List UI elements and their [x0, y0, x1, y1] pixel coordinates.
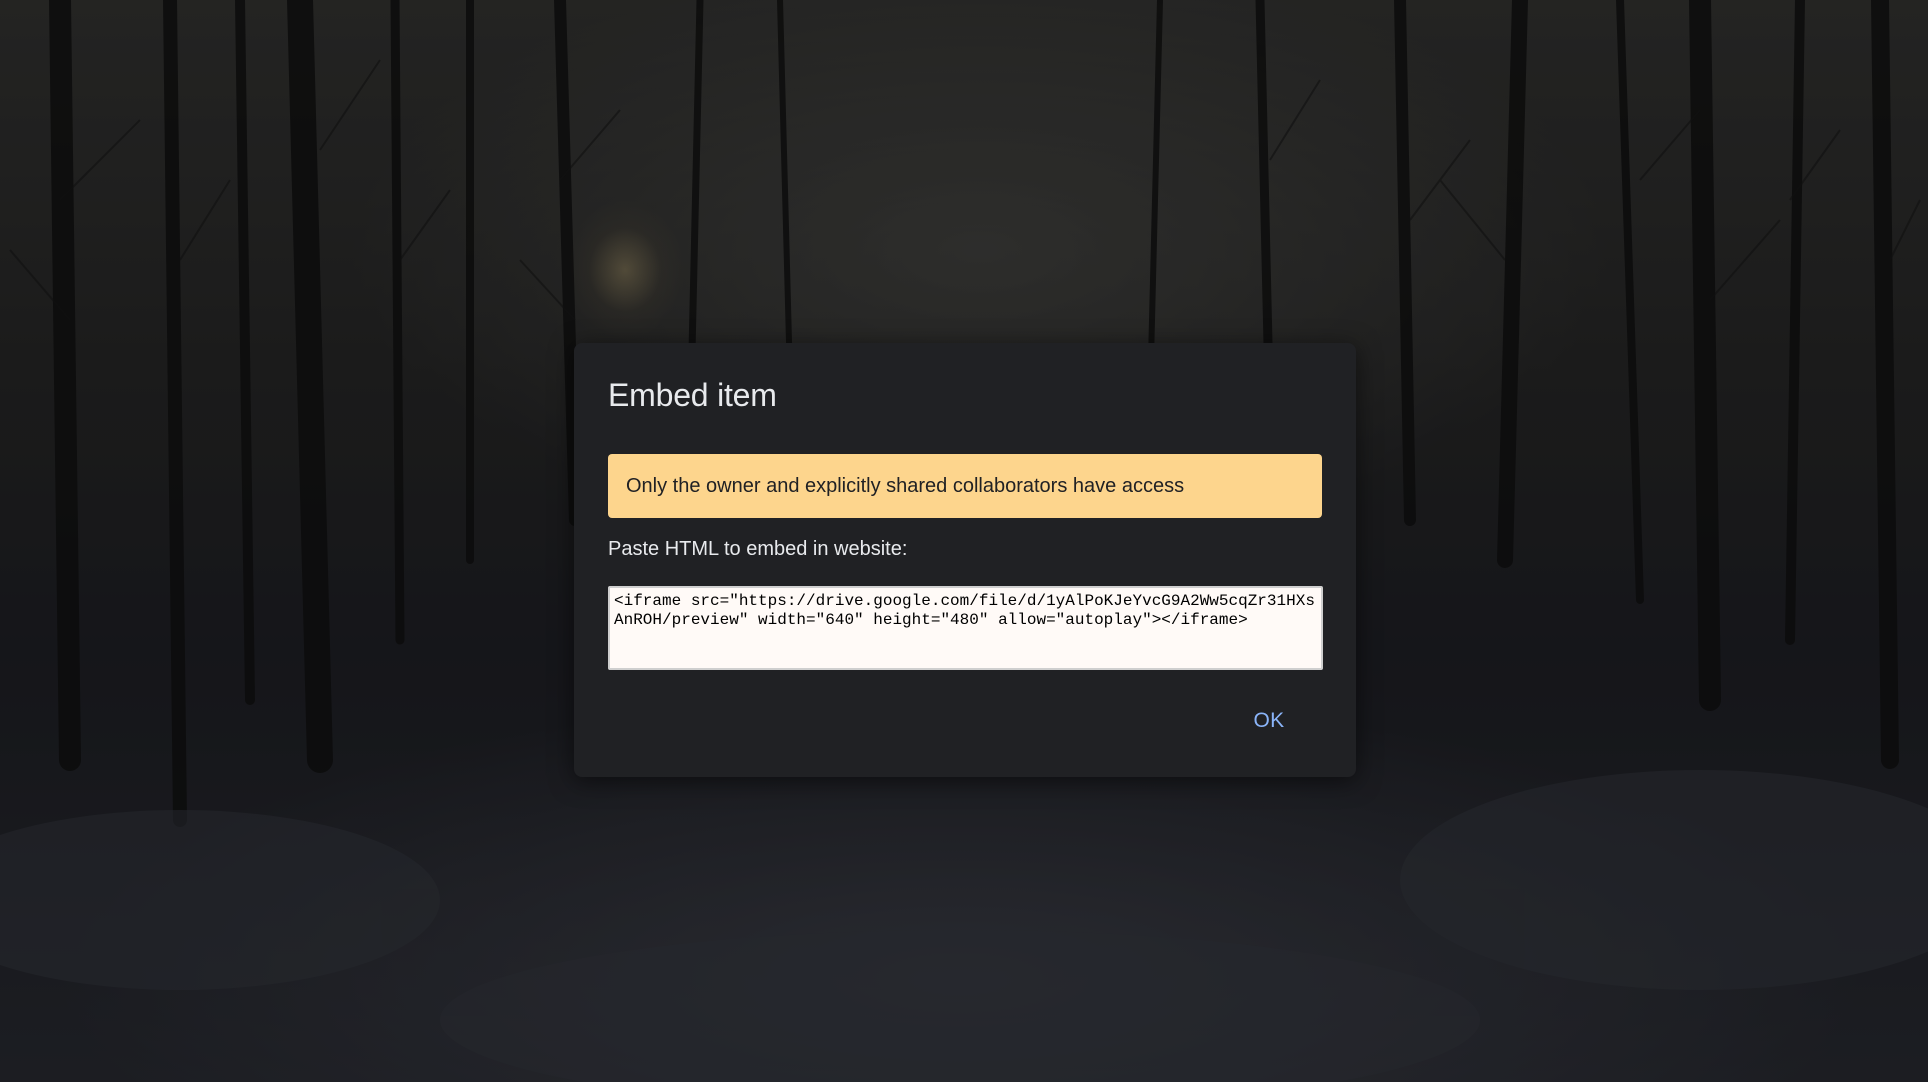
- access-warning-text: Only the owner and explicitly shared col…: [626, 474, 1185, 497]
- screen: Embed item Only the owner and explicitly…: [0, 0, 1928, 1082]
- embed-dialog: Embed item Only the owner and explicitly…: [574, 343, 1356, 777]
- ok-button[interactable]: OK: [1228, 698, 1310, 744]
- paste-html-label: Paste HTML to embed in website:: [608, 538, 908, 560]
- embed-code-textarea[interactable]: <iframe src="https://drive.google.com/fi…: [608, 586, 1323, 670]
- dialog-title: Embed item: [608, 377, 777, 413]
- access-warning-banner: Only the owner and explicitly shared col…: [608, 454, 1322, 518]
